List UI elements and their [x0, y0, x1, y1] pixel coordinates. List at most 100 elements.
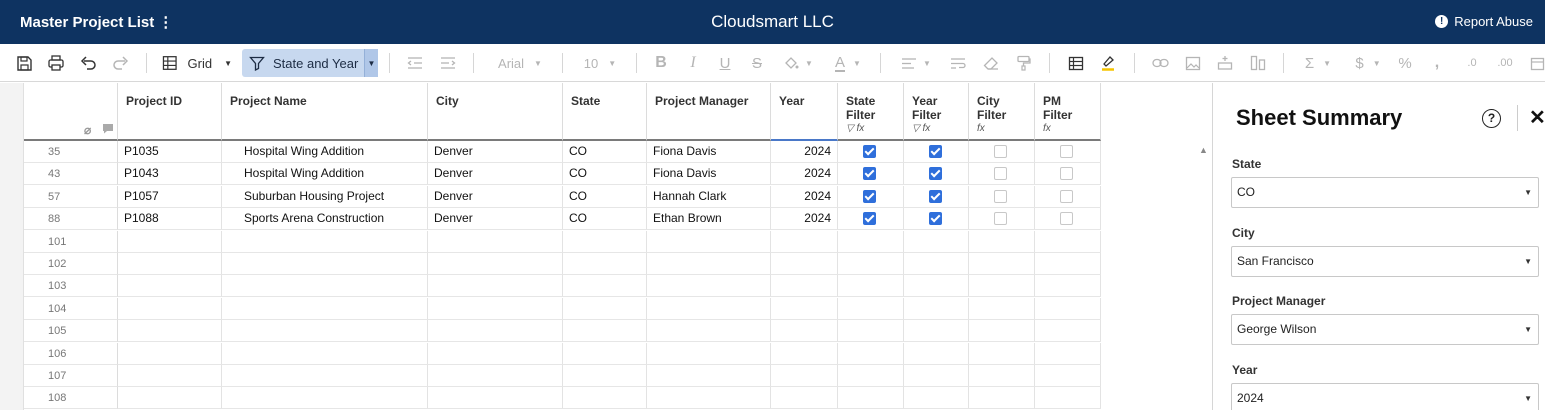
checked-checkbox[interactable] — [928, 167, 942, 181]
thousands-separator-icon[interactable]: , — [1430, 51, 1444, 75]
row-number[interactable]: 43 — [24, 163, 118, 186]
field-select[interactable]: 2024 ▼ — [1231, 383, 1539, 410]
cell-state-filter[interactable] — [838, 163, 904, 186]
empty-cell[interactable] — [647, 253, 771, 275]
empty-cell[interactable] — [838, 275, 904, 298]
empty-cell[interactable] — [1035, 253, 1101, 275]
help-icon[interactable]: ? — [1482, 109, 1501, 128]
field-select[interactable]: San Francisco ▼ — [1231, 246, 1539, 277]
empty-cell[interactable] — [118, 365, 222, 387]
empty-cell[interactable] — [647, 387, 771, 410]
cell-id[interactable]: P1088 — [118, 208, 222, 231]
empty-cell[interactable] — [428, 320, 563, 343]
empty-cell[interactable] — [838, 365, 904, 387]
cell-pm[interactable]: Hannah Clark — [647, 185, 771, 208]
empty-cell[interactable] — [1035, 297, 1101, 320]
cell-year-filter[interactable] — [904, 208, 969, 231]
empty-cell[interactable] — [428, 297, 563, 320]
empty-cell[interactable] — [771, 275, 838, 298]
empty-cell[interactable] — [1035, 342, 1101, 365]
sheet-title-menu[interactable]: Master Project List ⋮ — [20, 13, 173, 31]
empty-cell[interactable] — [118, 253, 222, 275]
empty-cell[interactable] — [647, 230, 771, 253]
cell-id[interactable]: P1057 — [118, 185, 222, 208]
row-number[interactable]: 108 — [24, 387, 118, 410]
column-header-city-filter[interactable]: City Filter fx — [969, 83, 1035, 141]
empty-cell[interactable] — [118, 320, 222, 343]
column-header-state-filter[interactable]: State Filter ▽ fx — [838, 83, 904, 141]
cell-state[interactable]: CO — [563, 185, 647, 208]
unchecked-checkbox[interactable] — [1060, 189, 1073, 203]
empty-cell[interactable] — [969, 230, 1035, 253]
filter-button[interactable]: State and Year ▼ — [242, 49, 378, 77]
empty-cell[interactable] — [838, 320, 904, 343]
empty-cell[interactable] — [563, 365, 647, 387]
cell-city-filter[interactable] — [969, 185, 1035, 208]
increase-decimal-icon[interactable]: .00 — [1494, 51, 1516, 75]
empty-cell[interactable] — [838, 230, 904, 253]
currency-icon[interactable]: $ ▼ — [1350, 51, 1386, 75]
empty-cell[interactable] — [647, 342, 771, 365]
unchecked-checkbox[interactable] — [1060, 212, 1073, 226]
cell-year[interactable]: 2024 — [771, 141, 838, 163]
cell-pm-filter[interactable] — [1035, 208, 1101, 231]
insert-row-icon[interactable] — [1215, 51, 1235, 75]
cell-state-filter[interactable] — [838, 208, 904, 231]
empty-cell[interactable] — [222, 297, 428, 320]
close-icon[interactable]: ✕ — [1529, 105, 1545, 130]
cell-pm-filter[interactable] — [1035, 185, 1101, 208]
empty-cell[interactable] — [969, 387, 1035, 410]
empty-cell[interactable] — [969, 342, 1035, 365]
fill-color-icon[interactable]: ▼ — [780, 51, 816, 75]
text-color-icon[interactable]: A ▼ — [830, 51, 866, 75]
empty-cell[interactable] — [838, 387, 904, 410]
sum-icon[interactable]: Σ ▼ — [1300, 51, 1336, 75]
unchecked-checkbox[interactable] — [994, 212, 1007, 226]
cell-city[interactable]: Denver — [428, 208, 563, 231]
format-painter-icon[interactable] — [1013, 51, 1033, 75]
empty-cell[interactable] — [969, 253, 1035, 275]
empty-cell[interactable] — [771, 365, 838, 387]
empty-cell[interactable] — [1035, 365, 1101, 387]
font-size-select[interactable]: 10 ▼ — [578, 51, 622, 75]
print-icon[interactable] — [46, 51, 66, 75]
empty-cell[interactable] — [969, 297, 1035, 320]
column-header-state[interactable]: State — [563, 83, 647, 141]
empty-cell[interactable] — [118, 230, 222, 253]
column-header-year-filter[interactable]: Year Filter ▽ fx — [904, 83, 969, 141]
empty-cell[interactable] — [222, 230, 428, 253]
empty-cell[interactable] — [1035, 387, 1101, 410]
empty-cell[interactable] — [904, 342, 969, 365]
row-number[interactable]: 102 — [24, 253, 118, 275]
cell-name[interactable]: Suburban Housing Project — [222, 185, 428, 208]
empty-cell[interactable] — [1035, 275, 1101, 298]
empty-cell[interactable] — [771, 320, 838, 343]
cell-pm[interactable]: Fiona Davis — [647, 163, 771, 186]
strikethrough-icon[interactable]: S — [748, 51, 766, 75]
column-header-project-manager[interactable]: Project Manager — [647, 83, 771, 141]
empty-cell[interactable] — [118, 275, 222, 298]
row-number[interactable]: 107 — [24, 365, 118, 387]
empty-cell[interactable] — [563, 320, 647, 343]
unchecked-checkbox[interactable] — [994, 167, 1007, 181]
checked-checkbox[interactable] — [863, 145, 876, 158]
checked-checkbox[interactable] — [863, 167, 876, 181]
empty-cell[interactable] — [838, 297, 904, 320]
checked-checkbox[interactable] — [928, 212, 942, 226]
empty-cell[interactable] — [563, 342, 647, 365]
empty-cell[interactable] — [222, 387, 428, 410]
report-abuse-link[interactable]: ! Report Abuse — [1435, 14, 1533, 29]
decrease-decimal-icon[interactable]: .0 — [1462, 51, 1482, 75]
column-header-city[interactable]: City — [428, 83, 563, 141]
empty-cell[interactable] — [904, 275, 969, 298]
empty-cell[interactable] — [118, 387, 222, 410]
empty-cell[interactable] — [428, 253, 563, 275]
cell-year[interactable]: 2024 — [771, 163, 838, 186]
underline-icon[interactable]: U — [716, 51, 734, 75]
empty-cell[interactable] — [563, 387, 647, 410]
column-header-year[interactable]: Year — [771, 83, 838, 141]
empty-cell[interactable] — [969, 275, 1035, 298]
image-icon[interactable] — [1183, 51, 1203, 75]
checked-checkbox[interactable] — [863, 212, 876, 226]
cell-year-filter[interactable] — [904, 185, 969, 208]
